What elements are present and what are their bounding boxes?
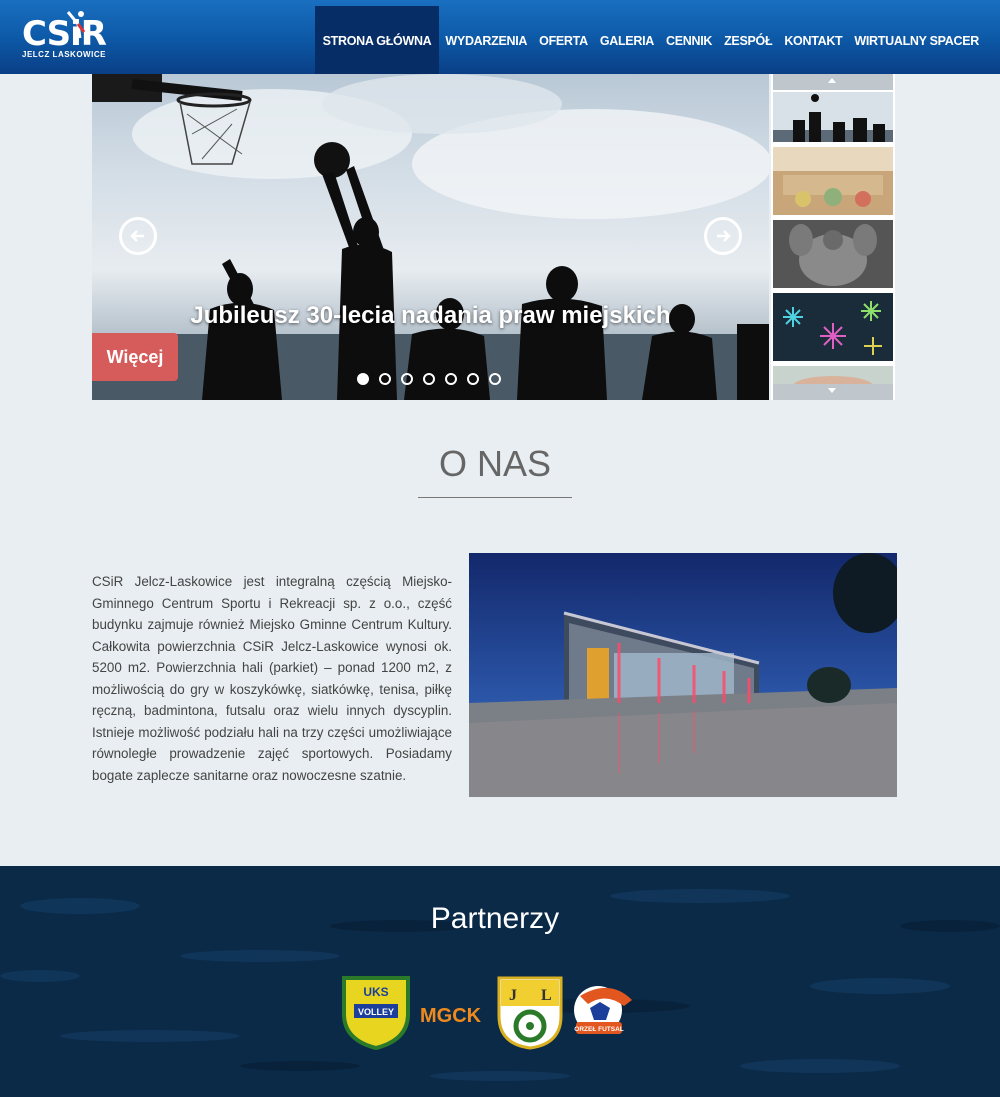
slider-next-button[interactable] bbox=[704, 217, 742, 255]
slide-title[interactable]: Jubileusz 30-lecia nadania praw miejskic… bbox=[92, 302, 769, 330]
slider-dot[interactable] bbox=[445, 373, 457, 385]
svg-text:VOLLEY: VOLLEY bbox=[358, 1007, 394, 1017]
thumb-gym-room[interactable] bbox=[773, 147, 893, 215]
chevron-down-icon bbox=[828, 388, 836, 393]
svg-text:L: L bbox=[541, 987, 552, 1004]
slider-thumbnails bbox=[771, 74, 895, 400]
partners-logos: VOLLEY UKS MGCK J L ORZEŁ FUTSAL bbox=[340, 974, 640, 1054]
top-navbar: CSiR JELCZ LASKOWICE STRONA GŁÓWNA WYDAR… bbox=[0, 0, 1000, 74]
arrow-right-icon bbox=[717, 230, 731, 242]
nav-item-gallery[interactable]: GALERIA bbox=[594, 6, 660, 74]
svg-text:ORZEŁ FUTSAL: ORZEŁ FUTSAL bbox=[574, 1026, 623, 1033]
partners-title: Partnerzy bbox=[430, 902, 560, 935]
about-text: CSiR Jelcz-Laskowice jest integralną czę… bbox=[92, 574, 452, 783]
nav-item-events[interactable]: WYDARZENIA bbox=[439, 6, 533, 74]
main-menu: STRONA GŁÓWNA WYDARZENIA OFERTA GALERIA … bbox=[314, 6, 985, 74]
chevron-up-icon bbox=[828, 78, 836, 83]
slider-dot[interactable] bbox=[379, 373, 391, 385]
nav-item-pricing[interactable]: CENNIK bbox=[660, 6, 718, 74]
partner-logo-jelcz-laskowice[interactable]: J L bbox=[495, 974, 565, 1050]
nav-item-offer[interactable]: OFERTA bbox=[533, 6, 594, 74]
nav-item-team[interactable]: ZESPÓŁ bbox=[718, 6, 778, 74]
partner-logo-orzel-futsal[interactable]: ORZEŁ FUTSAL bbox=[570, 982, 636, 1042]
footer-partners: Partnerzy VOLLEY UKS MGCK J L ORZEŁ FUTS… bbox=[0, 866, 1000, 1097]
slide-image-basketball bbox=[92, 74, 769, 400]
svg-text:UKS: UKS bbox=[363, 985, 388, 999]
arrow-left-icon bbox=[130, 230, 144, 242]
nav-item-virtual-tour[interactable]: WIRTUALNY SPACER bbox=[848, 6, 985, 74]
thumbs-up-button[interactable] bbox=[773, 74, 893, 90]
nav-item-contact[interactable]: KONTAKT bbox=[778, 6, 848, 74]
slider-dot[interactable] bbox=[489, 373, 501, 385]
thumb-snowflakes[interactable] bbox=[773, 293, 893, 361]
hero-slider[interactable]: Jubileusz 30-lecia nadania praw miejskic… bbox=[92, 74, 769, 400]
nav-item-home[interactable]: STRONA GŁÓWNA bbox=[314, 6, 440, 74]
site-logo[interactable]: CSiR JELCZ LASKOWICE bbox=[20, 8, 116, 62]
partner-logo-volley[interactable]: VOLLEY UKS bbox=[340, 974, 412, 1050]
logo-figure-icon bbox=[66, 11, 86, 39]
title-divider bbox=[418, 497, 572, 498]
svg-text:J: J bbox=[509, 987, 517, 1004]
logo-subtitle: JELCZ LASKOWICE bbox=[22, 50, 106, 59]
slider-dot[interactable] bbox=[467, 373, 479, 385]
slider-dot[interactable] bbox=[401, 373, 413, 385]
about-photo-building bbox=[469, 553, 897, 797]
thumb-basketball[interactable] bbox=[773, 92, 893, 142]
slider-dots bbox=[357, 373, 501, 385]
thumbs-down-button[interactable] bbox=[773, 384, 893, 400]
slider-dot[interactable] bbox=[357, 373, 369, 385]
partner-logo-mgck[interactable]: MGCK bbox=[418, 1000, 488, 1030]
slider-prev-button[interactable] bbox=[119, 217, 157, 255]
svg-text:MGCK: MGCK bbox=[420, 1005, 482, 1027]
thumb-muscles[interactable] bbox=[773, 220, 893, 288]
slider-dot[interactable] bbox=[423, 373, 435, 385]
about-title: O NAS bbox=[438, 443, 552, 484]
more-button[interactable]: Więcej bbox=[92, 333, 178, 381]
